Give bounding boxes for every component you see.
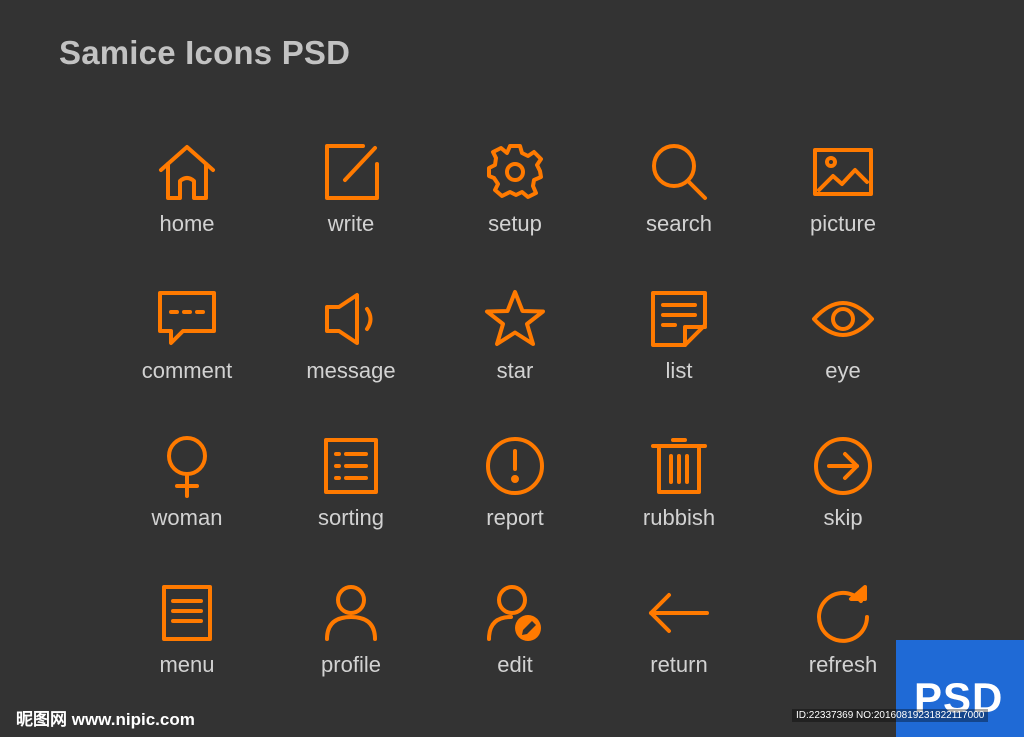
icon-label: comment [141, 358, 233, 383]
write-icon [325, 144, 379, 200]
icon-item-woman[interactable]: woman [105, 434, 269, 581]
icon-item-star[interactable]: star [433, 287, 597, 434]
icon-label: eye [825, 358, 861, 383]
icon-label: edit [497, 652, 533, 677]
icon-item-eye[interactable]: eye [761, 287, 925, 434]
icon-label: message [306, 358, 396, 383]
page-title: Samice Icons PSD [59, 34, 351, 71]
icon-label: write [327, 211, 375, 236]
icon-item-list[interactable]: list [597, 287, 761, 434]
psd-badge: PSD [896, 640, 1024, 737]
watermark-id: ID:22337369 NO:20160819231822117000 [792, 709, 989, 722]
trash-icon [651, 438, 707, 494]
eye-icon [812, 301, 874, 337]
female-icon [167, 436, 207, 498]
icon-label: home [159, 211, 215, 236]
user-icon [325, 585, 377, 641]
icon-label: sorting [317, 505, 385, 530]
document-icon [162, 585, 212, 641]
icon-item-sorting[interactable]: sorting [269, 434, 433, 581]
gear-icon [487, 144, 543, 199]
icon-label: setup [488, 211, 542, 236]
icon-item-comment[interactable]: comment [105, 287, 269, 434]
icon-item-profile[interactable]: profile [269, 581, 433, 728]
icon-label: woman [151, 505, 223, 530]
note-icon [651, 291, 707, 347]
icon-label: report [486, 505, 544, 530]
picture-icon [813, 148, 873, 196]
icon-label: search [645, 211, 713, 236]
speaker-icon [325, 293, 373, 345]
icon-label: menu [159, 652, 215, 677]
icon-label: skip [823, 505, 863, 530]
icon-item-return[interactable]: return [597, 581, 761, 728]
watermark-site: 昵图网 www.nipic.com [16, 710, 195, 729]
icon-item-search[interactable]: search [597, 140, 761, 287]
user-edit-icon [487, 585, 541, 641]
star-icon [485, 290, 545, 346]
icon-item-skip[interactable]: skip [761, 434, 925, 581]
sorting-list-icon [324, 438, 378, 494]
search-icon [652, 144, 707, 200]
icon-item-setup[interactable]: setup [433, 140, 597, 287]
home-icon [159, 145, 215, 200]
refresh-icon [817, 585, 869, 643]
arrow-right-circle-icon [814, 437, 872, 495]
icon-item-report[interactable]: report [433, 434, 597, 581]
icon-label: list [665, 358, 693, 383]
icon-label: profile [321, 652, 381, 677]
icon-item-rubbish[interactable]: rubbish [597, 434, 761, 581]
icon-item-home[interactable]: home [105, 140, 269, 287]
exclamation-icon [486, 437, 544, 495]
icon-item-write[interactable]: write [269, 140, 433, 287]
icon-label: star [496, 358, 534, 383]
icon-label: rubbish [642, 505, 716, 530]
icon-label: return [650, 652, 708, 677]
icon-grid: home write setup search picture comment … [105, 140, 925, 728]
icon-item-edit[interactable]: edit [433, 581, 597, 728]
icon-label: picture [809, 211, 877, 236]
arrow-left-icon [649, 593, 709, 633]
comment-icon [158, 291, 216, 345]
icon-item-picture[interactable]: picture [761, 140, 925, 287]
icon-label: refresh [808, 652, 878, 677]
icon-item-message[interactable]: message [269, 287, 433, 434]
